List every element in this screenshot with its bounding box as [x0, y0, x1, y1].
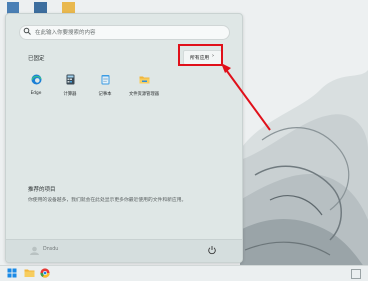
- file-explorer-icon[interactable]: [24, 268, 35, 278]
- pointer-arrow: [221, 63, 271, 131]
- taskbar: [0, 265, 368, 281]
- desktop: 在此输入你要搜索的内容 已固定 所有应用 › Edge 计算器 记事本 文件资源…: [0, 0, 368, 281]
- tray-icon[interactable]: [351, 269, 361, 279]
- chrome-icon[interactable]: [40, 268, 50, 278]
- windows-start-icon[interactable]: [7, 268, 17, 278]
